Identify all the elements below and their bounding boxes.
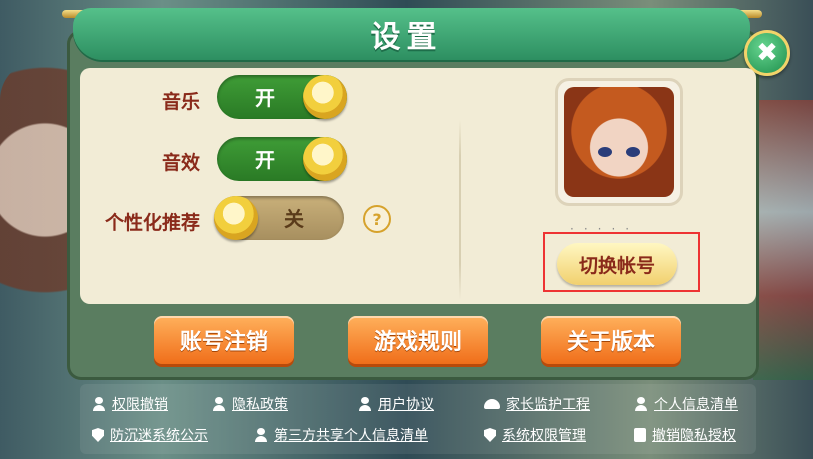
person-icon — [212, 397, 226, 411]
help-icon[interactable]: ? — [363, 205, 391, 233]
recommend-toggle-state: 关 — [284, 207, 304, 231]
about-version-button[interactable]: 关于版本 — [541, 316, 681, 364]
highlight-box — [543, 232, 700, 292]
footer-link[interactable]: 家长监护工程 — [484, 394, 590, 414]
person-icon — [92, 397, 106, 411]
close-icon: ✖ — [756, 38, 778, 68]
footer-link[interactable]: 用户协议 — [358, 394, 434, 414]
doc-icon — [634, 428, 646, 442]
content-divider — [459, 120, 461, 300]
sound-toggle[interactable]: 开 — [217, 137, 347, 181]
footer-link[interactable]: 个人信息清单 — [634, 394, 738, 414]
background-decoration — [753, 100, 813, 380]
footer-link[interactable]: 第三方共享个人信息清单 — [254, 425, 428, 445]
avatar-image — [564, 87, 674, 197]
recommend-toggle[interactable]: 关 — [214, 196, 344, 240]
footer-link[interactable]: 系统权限管理 — [484, 425, 586, 445]
game-rules-button[interactable]: 游戏规则 — [348, 316, 488, 364]
music-toggle[interactable]: 开 — [217, 75, 347, 119]
sound-toggle-state: 开 — [255, 148, 275, 172]
hand-icon — [484, 399, 500, 409]
person-icon — [634, 397, 648, 411]
shield-icon — [484, 428, 496, 442]
page-title: 设置 — [370, 20, 443, 55]
toggle-knob — [214, 196, 258, 240]
avatar-eye — [626, 147, 640, 157]
footer-link[interactable]: 隐私政策 — [212, 394, 288, 414]
music-label: 音乐 — [161, 91, 200, 113]
footer-link[interactable]: 撤销隐私授权 — [634, 425, 736, 445]
cancel-account-button[interactable]: 账号注销 — [154, 316, 294, 364]
footer-link[interactable]: 防沉迷系统公示 — [92, 425, 208, 445]
person-icon — [358, 397, 372, 411]
person-icon — [254, 428, 268, 442]
avatar — [555, 78, 683, 206]
music-toggle-state: 开 — [255, 86, 275, 110]
recommend-label: 个性化推荐 — [104, 212, 200, 234]
sound-label: 音效 — [161, 152, 200, 174]
shield-icon — [92, 428, 104, 442]
toggle-knob — [303, 75, 347, 119]
avatar-eye — [598, 147, 612, 157]
toggle-knob — [303, 137, 347, 181]
footer-link[interactable]: 权限撤销 — [92, 394, 168, 414]
